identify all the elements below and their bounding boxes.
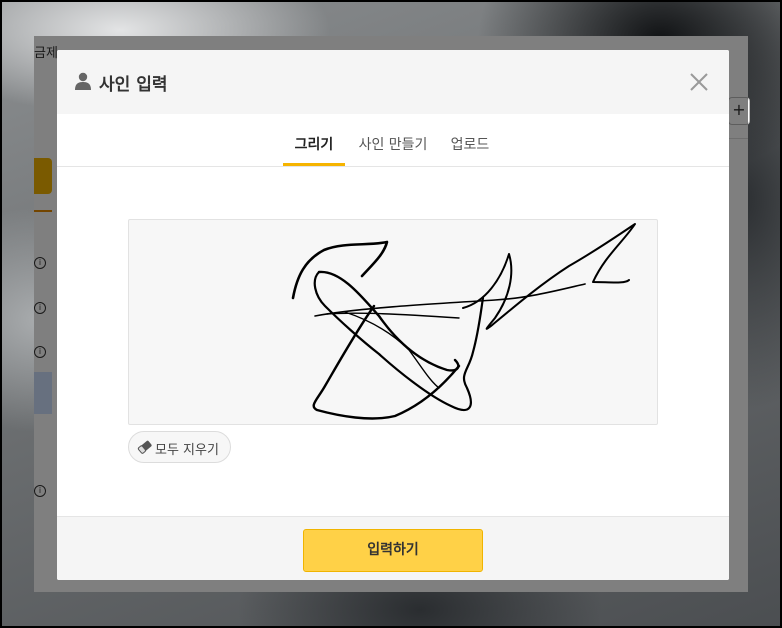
signature-stroke bbox=[314, 283, 586, 317]
tab-draw[interactable]: 그리기 bbox=[283, 114, 345, 166]
signature-tabs: 그리기 사인 만들기 업로드 bbox=[57, 114, 729, 167]
clear-all-label: 모두 지우기 bbox=[155, 443, 219, 458]
signature-modal: 사인 입력 그리기 사인 만들기 업로드 모두 지우기 입력하기 bbox=[57, 50, 729, 580]
signature-stroke bbox=[344, 311, 440, 389]
signature-canvas[interactable] bbox=[128, 219, 658, 425]
signature-stroke bbox=[326, 312, 460, 319]
modal-footer: 입력하기 bbox=[57, 516, 729, 580]
signature-stroke bbox=[291, 240, 389, 300]
signature-stroke bbox=[312, 304, 461, 420]
user-icon bbox=[75, 72, 91, 90]
tab-upload[interactable]: 업로드 bbox=[447, 114, 493, 164]
close-icon[interactable] bbox=[687, 70, 711, 94]
signature-drawing bbox=[291, 223, 636, 420]
modal-title: 사인 입력 bbox=[99, 75, 168, 95]
submit-signature-button[interactable]: 입력하기 bbox=[303, 529, 483, 572]
eraser-icon bbox=[137, 440, 152, 454]
clear-all-button[interactable]: 모두 지우기 bbox=[128, 431, 231, 463]
tab-create-signature[interactable]: 사인 만들기 bbox=[357, 114, 429, 164]
modal-header: 사인 입력 bbox=[57, 50, 729, 115]
signature-stroke bbox=[462, 223, 636, 330]
